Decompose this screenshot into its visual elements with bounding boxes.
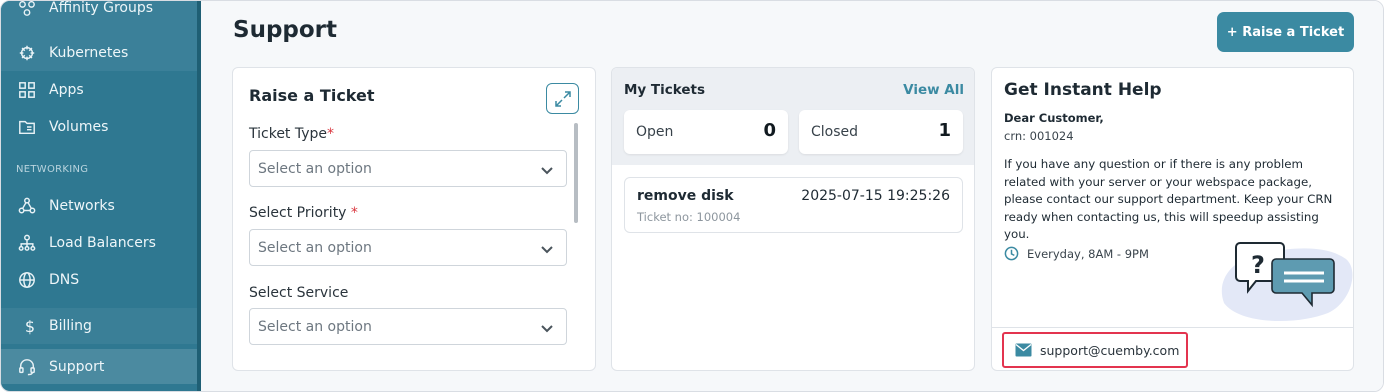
svg-text:?: ? — [1251, 251, 1265, 279]
sidebar: Affinity Groups Kubernetes Apps Volumes … — [1, 0, 197, 391]
sidebar-item-label: Load Balancers — [49, 234, 156, 251]
open-label: Open — [636, 124, 674, 140]
help-chat-illustration: ? — [1221, 242, 1353, 322]
sidebar-item-support[interactable]: Support — [1, 349, 197, 384]
service-placeholder: Select an option — [258, 318, 372, 335]
service-label-text: Select Service — [249, 285, 349, 301]
my-tickets-title: My Tickets — [624, 82, 706, 98]
globe-icon — [17, 270, 37, 290]
support-hours: Everyday, 8AM - 9PM — [1004, 246, 1149, 261]
expand-icon — [554, 90, 571, 107]
view-all-link[interactable]: View All — [903, 82, 964, 98]
priority-select[interactable]: Select an option — [249, 229, 567, 266]
sidebar-item-billing[interactable]: $ Billing — [1, 308, 197, 344]
help-crn: crn: 001024 — [1004, 129, 1074, 143]
page-title: Support — [233, 17, 338, 43]
ticket-list-item[interactable]: remove disk 2025-07-15 19:25:26 Ticket n… — [624, 177, 963, 233]
affinity-icon — [17, 1, 37, 18]
open-tickets-stat[interactable]: Open 0 — [624, 110, 788, 154]
grid-icon — [17, 80, 37, 100]
sidebar-item-label: Apps — [49, 81, 84, 98]
closed-tickets-stat[interactable]: Closed 1 — [799, 110, 963, 154]
headset-icon — [17, 357, 37, 377]
instant-help-card: Get Instant Help Dear Customer, crn: 001… — [991, 67, 1354, 371]
main-content: Support + Raise a Ticket Raise a Ticket … — [201, 1, 1383, 391]
sidebar-item-apps[interactable]: Apps — [1, 71, 197, 108]
sidebar-item-label: Billing — [49, 318, 92, 334]
sidebar-item-load-balancers[interactable]: Load Balancers — [1, 224, 197, 261]
chevron-down-icon — [540, 242, 554, 256]
dollar-icon: $ — [24, 316, 36, 336]
closed-count: 1 — [938, 120, 951, 141]
help-greeting: Dear Customer, — [1004, 111, 1104, 125]
ticket-date: 2025-07-15 19:25:26 — [801, 188, 950, 204]
sidebar-item-label: Networks — [49, 197, 115, 214]
service-select[interactable]: Select an option — [249, 308, 567, 345]
form-scrollbar[interactable] — [574, 123, 578, 223]
raise-ticket-button[interactable]: + Raise a Ticket — [1217, 12, 1354, 52]
ticket-type-select[interactable]: Select an option — [249, 150, 567, 187]
priority-label: Select Priority * — [249, 205, 358, 221]
ticket-type-placeholder: Select an option — [258, 160, 372, 177]
sidebar-item-label: Affinity Groups — [49, 0, 154, 16]
priority-label-text: Select Priority — [249, 205, 351, 221]
sidebar-item-label: Volumes — [49, 118, 109, 135]
sidebar-item-networks[interactable]: Networks — [1, 187, 197, 224]
support-hours-text: Everyday, 8AM - 9PM — [1027, 246, 1149, 261]
sidebar-item-dns[interactable]: DNS — [1, 261, 197, 298]
chevron-down-icon — [540, 163, 554, 177]
ticket-type-label-text: Ticket Type — [249, 126, 328, 142]
folder-icon — [17, 117, 37, 137]
ticket-name: remove disk — [637, 188, 734, 204]
helm-icon — [17, 43, 37, 63]
support-email: support@cuemby.com — [1040, 342, 1180, 358]
ticket-type-label: Ticket Type* — [249, 126, 334, 142]
sidebar-item-kubernetes[interactable]: Kubernetes — [1, 34, 197, 71]
service-label: Select Service — [249, 285, 348, 301]
divider — [992, 327, 1353, 328]
sidebar-item-label: DNS — [49, 271, 80, 288]
clock-icon — [1004, 246, 1019, 261]
network-icon — [17, 196, 37, 216]
raise-ticket-title: Raise a Ticket — [249, 86, 375, 105]
my-tickets-card: My Tickets View All Open 0 Closed 1 remo… — [611, 67, 975, 371]
help-body: If you have any question or if there is … — [1004, 157, 1333, 241]
sidebar-item-label: Support — [49, 358, 105, 375]
sidebar-item-affinity-groups[interactable]: Affinity Groups — [1, 0, 197, 26]
required-mark: * — [327, 126, 335, 142]
help-title: Get Instant Help — [1004, 80, 1162, 100]
raise-ticket-card: Raise a Ticket Ticket Type* Select an op… — [232, 67, 596, 371]
required-mark: * — [350, 205, 358, 221]
app-window: Affinity Groups Kubernetes Apps Volumes … — [0, 0, 1384, 392]
mail-icon — [1015, 343, 1032, 357]
support-email-link[interactable]: support@cuemby.com — [1002, 332, 1188, 368]
my-tickets-header: My Tickets View All Open 0 Closed 1 — [612, 68, 974, 165]
sidebar-item-volumes[interactable]: Volumes — [1, 108, 197, 145]
chevron-down-icon — [540, 321, 554, 335]
sidebar-section-networking: NETWORKING — [16, 164, 89, 175]
closed-label: Closed — [811, 124, 859, 140]
hierarchy-icon — [17, 233, 37, 253]
open-count: 0 — [763, 120, 776, 141]
priority-placeholder: Select an option — [258, 239, 372, 256]
ticket-number: Ticket no: 100004 — [637, 210, 741, 224]
sidebar-item-label: Kubernetes — [49, 44, 129, 61]
expand-button[interactable] — [546, 83, 579, 114]
